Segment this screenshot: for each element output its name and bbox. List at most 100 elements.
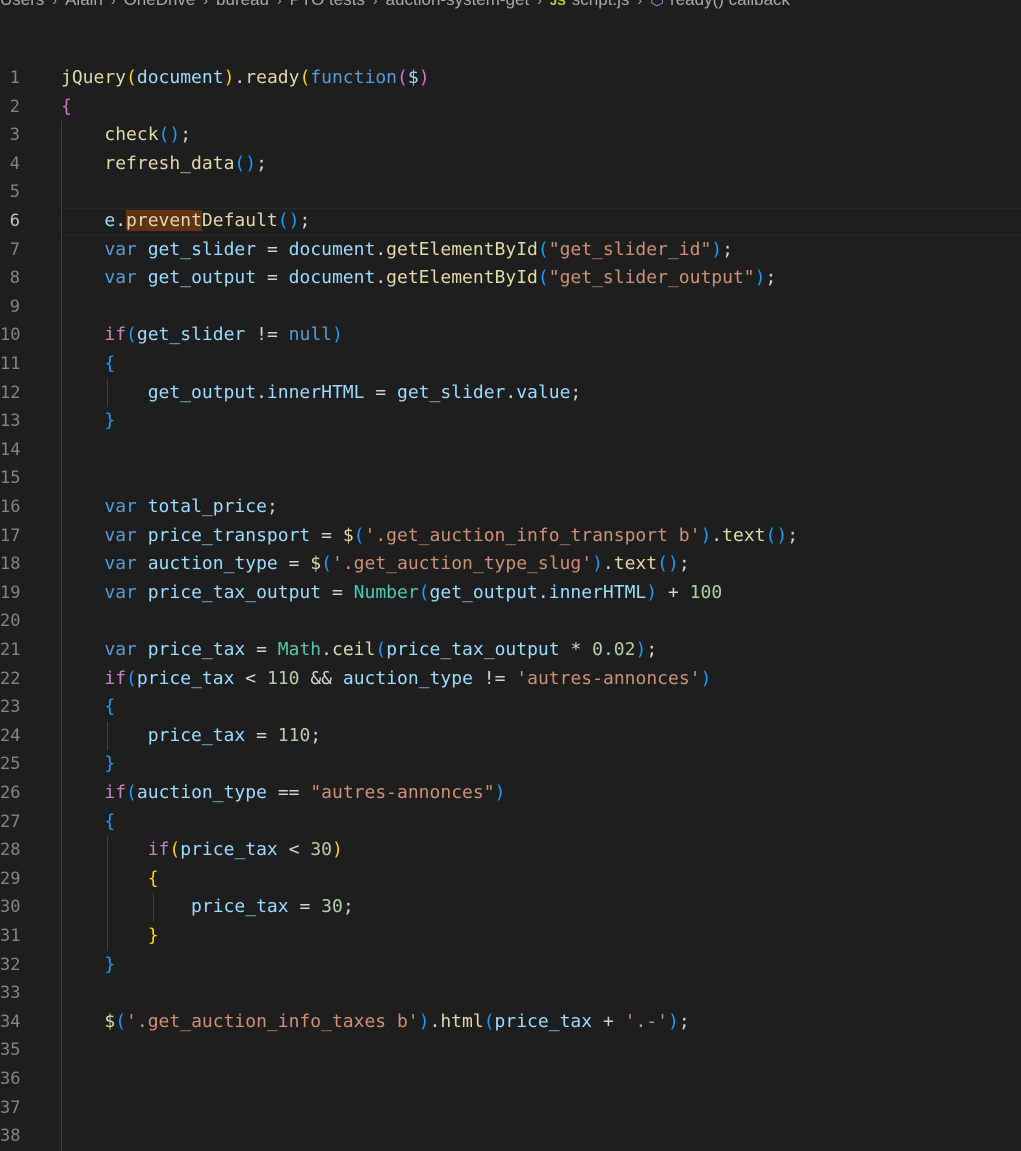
code-text: { (104, 353, 116, 374)
code-line[interactable]: 9 (0, 293, 1021, 322)
breadcrumb-item[interactable]: Alain (65, 0, 103, 10)
code-line[interactable]: 8 var get_output = document.getElementBy… (0, 264, 1021, 293)
code-line[interactable]: 26 if(auction_type == "autres-annonces") (0, 779, 1021, 808)
chevron-right-icon: › (110, 0, 116, 8)
breadcrumb-symbol[interactable]: ready() callback (670, 0, 790, 10)
code-line[interactable]: 24 price_tax = 110; (0, 722, 1021, 751)
code-line[interactable]: 1 jQuery(document).ready(function($) (0, 64, 1021, 93)
code-line[interactable]: 17 var price_transport = $('.get_auction… (0, 522, 1021, 551)
code-text: var total_price; (104, 496, 278, 517)
code-text: } (104, 410, 116, 432)
code-text: var price_transport = $('.get_auction_in… (104, 524, 799, 546)
line-number: 26 (0, 783, 21, 803)
code-line[interactable]: 29 { (0, 865, 1021, 894)
chevron-right-icon: › (537, 0, 542, 8)
code-text: price_tax = 110; (147, 724, 322, 746)
indent-guide (107, 721, 108, 751)
code-line[interactable]: 12 get_output.innerHTML = get_slider.val… (0, 379, 1021, 408)
line-number: 3 (9, 125, 20, 146)
code-line[interactable]: 34 $('.get_auction_info_taxes b').html(p… (0, 1008, 1021, 1037)
code-editor[interactable]: 1 jQuery(document).ready(function($) 2{3 c… (0, 64, 1021, 1151)
indent-guide (61, 121, 62, 1151)
code-line[interactable]: 16 var total_price; (0, 493, 1021, 522)
code-line[interactable]: 28 if(price_tax < 30) (0, 836, 1021, 865)
chevron-right-icon: › (276, 0, 282, 8)
code-line[interactable]: 19 var price_tax_output = Number(get_out… (0, 579, 1021, 608)
line-number: 28 (0, 840, 21, 861)
code-line[interactable]: 23 { (0, 693, 1021, 722)
line-number: 21 (0, 640, 21, 660)
line-number: 30 (0, 897, 21, 918)
code-line[interactable]: 10 if(get_slider != null) (0, 321, 1021, 350)
line-number: 37 (0, 1097, 21, 1118)
breadcrumb-item[interactable]: PTO tests (290, 0, 365, 10)
code-line[interactable]: 21 var price_tax = Math.ceil(price_tax_o… (0, 636, 1021, 665)
code-line[interactable]: 14 (0, 436, 1021, 465)
symbol-method-icon: ⬡ (650, 0, 665, 9)
code-line[interactable]: 7 var get_slider = document.getElementBy… (0, 236, 1021, 265)
code-text: } (104, 753, 116, 775)
breadcrumb-item[interactable]: bureau (216, 0, 269, 10)
line-number: 34 (0, 1011, 21, 1032)
code-line[interactable]: 6 e.preventDefault(); (0, 207, 1021, 236)
breadcrumb-item[interactable]: OneDrive (124, 0, 196, 10)
code-line[interactable]: 31 } (0, 922, 1021, 951)
code-line[interactable]: 3 check(); (0, 121, 1021, 150)
code-line[interactable]: 2{ (0, 93, 1021, 122)
breadcrumb-item[interactable]: auction-system-get (386, 0, 530, 10)
code-text: { (147, 867, 159, 889)
code-line[interactable]: 22 if(price_tax < 110 && auction_type !=… (0, 665, 1021, 694)
code-line[interactable]: 13 } (0, 407, 1021, 436)
code-text: $('.get_auction_info_taxes b').html(pric… (104, 1010, 690, 1032)
code-text: if(auction_type == "autres-annonces") (104, 782, 506, 803)
code-text: } (104, 953, 116, 975)
code-line[interactable]: 18 var auction_type = $('.get_auction_ty… (0, 550, 1021, 579)
line-number: 16 (0, 497, 21, 517)
breadcrumb-file[interactable]: script.js (572, 0, 630, 10)
code-text: if(price_tax < 30) (147, 839, 343, 861)
line-number: 25 (0, 754, 21, 775)
code-line[interactable]: 5 (0, 178, 1021, 207)
code-line[interactable]: 32 } (0, 951, 1021, 980)
line-number: 1 (9, 68, 20, 88)
code-line[interactable]: 11 { (0, 350, 1021, 379)
line-number: 22 (0, 668, 21, 689)
code-line[interactable]: 35 (0, 1036, 1021, 1065)
code-line[interactable]: 37 (0, 1094, 1021, 1123)
code-line[interactable]: 20 (0, 607, 1021, 636)
code-text: check(); (104, 124, 192, 146)
code-text: if(price_tax < 110 && auction_type != 'a… (104, 667, 712, 689)
line-number: 33 (0, 983, 21, 1004)
code-text: var get_output = document.getElementById… (104, 267, 777, 289)
code-line[interactable]: 15 (0, 464, 1021, 493)
line-number: 11 (0, 354, 21, 374)
code-line[interactable]: 27 { (0, 808, 1021, 837)
line-number: 29 (0, 868, 21, 889)
code-line[interactable]: 36 (0, 1065, 1021, 1094)
line-number: 7 (9, 239, 20, 260)
code-text: { (104, 696, 116, 718)
line-number: 12 (0, 382, 21, 403)
chevron-right-icon: › (637, 0, 643, 8)
code-line[interactable]: 33 (0, 979, 1021, 1008)
breadcrumb-item[interactable]: Users (0, 0, 44, 10)
line-number: 31 (0, 926, 21, 946)
indent-guide (107, 378, 108, 408)
code-line[interactable]: 38 (0, 1122, 1021, 1151)
code-text: { (104, 810, 116, 832)
code-line[interactable]: 4 refresh_data(); (0, 150, 1021, 179)
chevron-right-icon: › (203, 0, 209, 8)
code-line[interactable]: 25 } (0, 750, 1021, 779)
code-text: jQuery(document).ready(function($) (61, 67, 430, 88)
chevron-right-icon: › (52, 0, 58, 8)
line-number: 13 (0, 411, 21, 432)
javascript-file-icon: JS (549, 0, 566, 8)
line-number: 17 (0, 525, 21, 546)
line-number: 18 (0, 554, 21, 575)
line-number: 5 (9, 182, 20, 203)
line-number: 27 (0, 811, 21, 832)
line-number: 6 (9, 211, 20, 231)
code-text: if(get_slider != null) (104, 324, 343, 346)
line-number: 24 (0, 725, 21, 746)
line-number: 35 (0, 1040, 21, 1061)
